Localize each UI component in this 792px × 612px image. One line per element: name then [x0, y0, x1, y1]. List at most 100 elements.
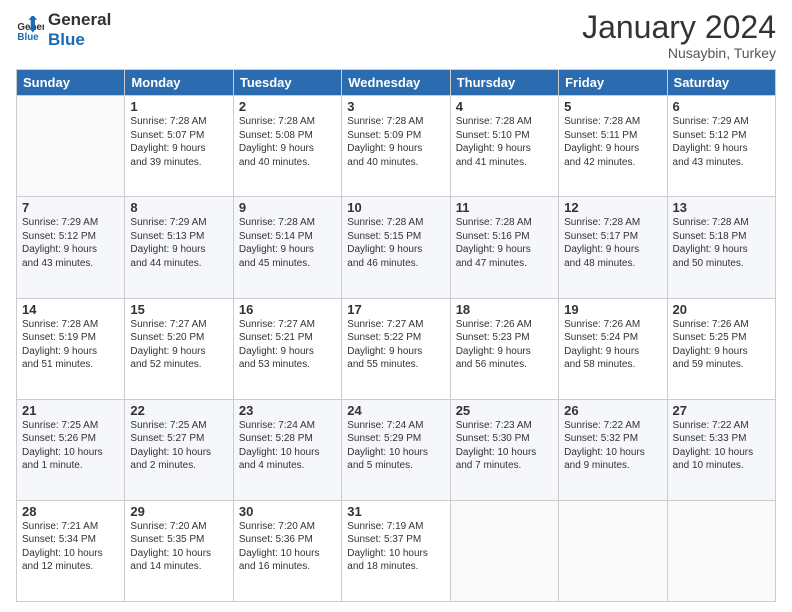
day-cell: 16Sunrise: 7:27 AM Sunset: 5:21 PM Dayli… — [233, 298, 341, 399]
day-number: 5 — [564, 99, 661, 114]
day-info: Sunrise: 7:28 AM Sunset: 5:18 PM Dayligh… — [673, 216, 770, 270]
weekday-monday: Monday — [125, 70, 233, 96]
day-cell — [17, 96, 125, 197]
day-cell: 1Sunrise: 7:28 AM Sunset: 5:07 PM Daylig… — [125, 96, 233, 197]
day-cell: 7Sunrise: 7:29 AM Sunset: 5:12 PM Daylig… — [17, 197, 125, 298]
day-number: 20 — [673, 302, 770, 317]
day-info: Sunrise: 7:25 AM Sunset: 5:26 PM Dayligh… — [22, 419, 119, 473]
day-info: Sunrise: 7:28 AM Sunset: 5:19 PM Dayligh… — [22, 318, 119, 372]
day-cell — [667, 500, 775, 601]
day-info: Sunrise: 7:26 AM Sunset: 5:23 PM Dayligh… — [456, 318, 553, 372]
location: Nusaybin, Turkey — [582, 45, 776, 61]
day-cell: 30Sunrise: 7:20 AM Sunset: 5:36 PM Dayli… — [233, 500, 341, 601]
day-info: Sunrise: 7:29 AM Sunset: 5:13 PM Dayligh… — [130, 216, 227, 270]
day-number: 13 — [673, 200, 770, 215]
day-number: 30 — [239, 504, 336, 519]
day-number: 18 — [456, 302, 553, 317]
day-info: Sunrise: 7:21 AM Sunset: 5:34 PM Dayligh… — [22, 520, 119, 574]
logo: General Blue General Blue — [16, 10, 111, 49]
day-cell: 22Sunrise: 7:25 AM Sunset: 5:27 PM Dayli… — [125, 399, 233, 500]
day-cell — [450, 500, 558, 601]
day-info: Sunrise: 7:28 AM Sunset: 5:11 PM Dayligh… — [564, 115, 661, 169]
day-cell: 25Sunrise: 7:23 AM Sunset: 5:30 PM Dayli… — [450, 399, 558, 500]
day-cell: 14Sunrise: 7:28 AM Sunset: 5:19 PM Dayli… — [17, 298, 125, 399]
day-cell: 20Sunrise: 7:26 AM Sunset: 5:25 PM Dayli… — [667, 298, 775, 399]
day-info: Sunrise: 7:20 AM Sunset: 5:36 PM Dayligh… — [239, 520, 336, 574]
day-cell: 27Sunrise: 7:22 AM Sunset: 5:33 PM Dayli… — [667, 399, 775, 500]
day-cell: 10Sunrise: 7:28 AM Sunset: 5:15 PM Dayli… — [342, 197, 450, 298]
day-number: 29 — [130, 504, 227, 519]
day-number: 2 — [239, 99, 336, 114]
day-info: Sunrise: 7:28 AM Sunset: 5:08 PM Dayligh… — [239, 115, 336, 169]
day-number: 17 — [347, 302, 444, 317]
title-block: January 2024 Nusaybin, Turkey — [582, 10, 776, 61]
day-cell: 21Sunrise: 7:25 AM Sunset: 5:26 PM Dayli… — [17, 399, 125, 500]
day-number: 23 — [239, 403, 336, 418]
day-cell: 23Sunrise: 7:24 AM Sunset: 5:28 PM Dayli… — [233, 399, 341, 500]
day-info: Sunrise: 7:27 AM Sunset: 5:22 PM Dayligh… — [347, 318, 444, 372]
day-cell — [559, 500, 667, 601]
day-info: Sunrise: 7:28 AM Sunset: 5:17 PM Dayligh… — [564, 216, 661, 270]
day-info: Sunrise: 7:28 AM Sunset: 5:10 PM Dayligh… — [456, 115, 553, 169]
day-number: 1 — [130, 99, 227, 114]
day-number: 15 — [130, 302, 227, 317]
day-info: Sunrise: 7:22 AM Sunset: 5:32 PM Dayligh… — [564, 419, 661, 473]
day-cell: 28Sunrise: 7:21 AM Sunset: 5:34 PM Dayli… — [17, 500, 125, 601]
day-info: Sunrise: 7:28 AM Sunset: 5:09 PM Dayligh… — [347, 115, 444, 169]
day-info: Sunrise: 7:28 AM Sunset: 5:07 PM Dayligh… — [130, 115, 227, 169]
day-cell: 13Sunrise: 7:28 AM Sunset: 5:18 PM Dayli… — [667, 197, 775, 298]
day-number: 21 — [22, 403, 119, 418]
logo-general: General — [48, 10, 111, 30]
day-info: Sunrise: 7:27 AM Sunset: 5:20 PM Dayligh… — [130, 318, 227, 372]
day-info: Sunrise: 7:26 AM Sunset: 5:25 PM Dayligh… — [673, 318, 770, 372]
day-number: 6 — [673, 99, 770, 114]
day-number: 9 — [239, 200, 336, 215]
weekday-saturday: Saturday — [667, 70, 775, 96]
calendar-table: SundayMondayTuesdayWednesdayThursdayFrid… — [16, 69, 776, 602]
day-number: 27 — [673, 403, 770, 418]
day-cell: 31Sunrise: 7:19 AM Sunset: 5:37 PM Dayli… — [342, 500, 450, 601]
day-info: Sunrise: 7:22 AM Sunset: 5:33 PM Dayligh… — [673, 419, 770, 473]
day-number: 7 — [22, 200, 119, 215]
week-row-2: 7Sunrise: 7:29 AM Sunset: 5:12 PM Daylig… — [17, 197, 776, 298]
day-number: 8 — [130, 200, 227, 215]
day-info: Sunrise: 7:29 AM Sunset: 5:12 PM Dayligh… — [22, 216, 119, 270]
day-number: 14 — [22, 302, 119, 317]
weekday-tuesday: Tuesday — [233, 70, 341, 96]
day-number: 31 — [347, 504, 444, 519]
day-cell: 2Sunrise: 7:28 AM Sunset: 5:08 PM Daylig… — [233, 96, 341, 197]
day-cell: 12Sunrise: 7:28 AM Sunset: 5:17 PM Dayli… — [559, 197, 667, 298]
day-number: 3 — [347, 99, 444, 114]
weekday-header-row: SundayMondayTuesdayWednesdayThursdayFrid… — [17, 70, 776, 96]
day-number: 10 — [347, 200, 444, 215]
day-info: Sunrise: 7:29 AM Sunset: 5:12 PM Dayligh… — [673, 115, 770, 169]
day-info: Sunrise: 7:19 AM Sunset: 5:37 PM Dayligh… — [347, 520, 444, 574]
day-cell: 26Sunrise: 7:22 AM Sunset: 5:32 PM Dayli… — [559, 399, 667, 500]
day-cell: 15Sunrise: 7:27 AM Sunset: 5:20 PM Dayli… — [125, 298, 233, 399]
day-info: Sunrise: 7:24 AM Sunset: 5:28 PM Dayligh… — [239, 419, 336, 473]
day-cell: 18Sunrise: 7:26 AM Sunset: 5:23 PM Dayli… — [450, 298, 558, 399]
day-number: 4 — [456, 99, 553, 114]
day-cell: 5Sunrise: 7:28 AM Sunset: 5:11 PM Daylig… — [559, 96, 667, 197]
day-cell: 4Sunrise: 7:28 AM Sunset: 5:10 PM Daylig… — [450, 96, 558, 197]
header: General Blue General Blue January 2024 N… — [16, 10, 776, 61]
day-cell: 9Sunrise: 7:28 AM Sunset: 5:14 PM Daylig… — [233, 197, 341, 298]
day-cell: 3Sunrise: 7:28 AM Sunset: 5:09 PM Daylig… — [342, 96, 450, 197]
day-number: 19 — [564, 302, 661, 317]
day-cell: 11Sunrise: 7:28 AM Sunset: 5:16 PM Dayli… — [450, 197, 558, 298]
weekday-thursday: Thursday — [450, 70, 558, 96]
week-row-3: 14Sunrise: 7:28 AM Sunset: 5:19 PM Dayli… — [17, 298, 776, 399]
day-info: Sunrise: 7:24 AM Sunset: 5:29 PM Dayligh… — [347, 419, 444, 473]
day-number: 12 — [564, 200, 661, 215]
day-cell: 19Sunrise: 7:26 AM Sunset: 5:24 PM Dayli… — [559, 298, 667, 399]
day-number: 28 — [22, 504, 119, 519]
day-cell: 6Sunrise: 7:29 AM Sunset: 5:12 PM Daylig… — [667, 96, 775, 197]
logo-icon: General Blue — [16, 16, 44, 44]
day-number: 26 — [564, 403, 661, 418]
day-info: Sunrise: 7:20 AM Sunset: 5:35 PM Dayligh… — [130, 520, 227, 574]
weekday-friday: Friday — [559, 70, 667, 96]
day-info: Sunrise: 7:27 AM Sunset: 5:21 PM Dayligh… — [239, 318, 336, 372]
day-info: Sunrise: 7:28 AM Sunset: 5:16 PM Dayligh… — [456, 216, 553, 270]
week-row-4: 21Sunrise: 7:25 AM Sunset: 5:26 PM Dayli… — [17, 399, 776, 500]
week-row-1: 1Sunrise: 7:28 AM Sunset: 5:07 PM Daylig… — [17, 96, 776, 197]
